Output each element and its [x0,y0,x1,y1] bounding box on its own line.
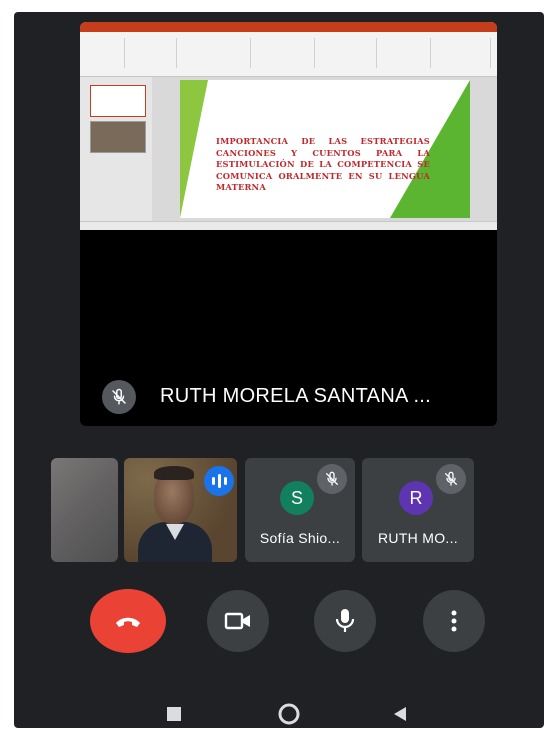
triangle-back-icon [394,707,406,721]
square-icon [167,707,181,721]
participant-name: RUTH MO... [378,530,458,546]
presenter-tile[interactable]: IMPORTANCIA DE LAS ESTRATEGIAS CANCIONES… [80,22,497,426]
end-call-button[interactable] [90,589,166,653]
slide-decoration [180,80,208,218]
avatar: R [399,481,433,515]
home-button[interactable] [276,702,302,726]
shared-screen: IMPORTANCIA DE LAS ESTRATEGIAS CANCIONES… [80,22,497,230]
mic-off-icon [436,464,466,494]
powerpoint-ribbon [80,32,497,77]
mic-off-icon [317,464,347,494]
participant-tile-sofia[interactable]: S Sofía Shio... [245,458,355,562]
more-options-button[interactable] [423,590,485,652]
participant-name: Sofía Shio... [259,530,341,546]
microphone-icon [335,609,355,632]
slide-thumbnail [90,121,146,153]
current-slide: IMPORTANCIA DE LAS ESTRATEGIAS CANCIONES… [180,80,470,218]
phone-hangup-icon [116,617,140,627]
slide-thumbnail [90,85,146,117]
presenter-label-bar: RUTH MORELA SANTANA ... [80,366,497,426]
slide-thumbnails [80,77,152,222]
microphone-toggle-button[interactable] [314,590,376,652]
more-vert-icon [451,610,457,632]
participant-tile-blurred[interactable] [51,458,118,562]
slide-title: IMPORTANCIA DE LAS ESTRATEGIAS CANCIONES… [216,136,430,192]
circle-icon [278,703,300,725]
recent-apps-button[interactable] [164,702,184,726]
participant-tile-ruth[interactable]: R RUTH MO... [362,458,474,562]
mic-off-icon [102,380,136,414]
powerpoint-statusbar [80,221,497,230]
participant-tile-camera[interactable] [124,458,237,562]
back-button[interactable] [390,702,410,726]
speaking-indicator-icon [204,466,234,496]
video-camera-icon [224,612,250,630]
meet-call-screen: IMPORTANCIA DE LAS ESTRATEGIAS CANCIONES… [14,12,544,728]
camera-toggle-button[interactable] [207,590,269,652]
powerpoint-titlebar [80,22,497,32]
avatar: S [280,481,314,515]
presenter-name: RUTH MORELA SANTANA ... [160,385,432,407]
